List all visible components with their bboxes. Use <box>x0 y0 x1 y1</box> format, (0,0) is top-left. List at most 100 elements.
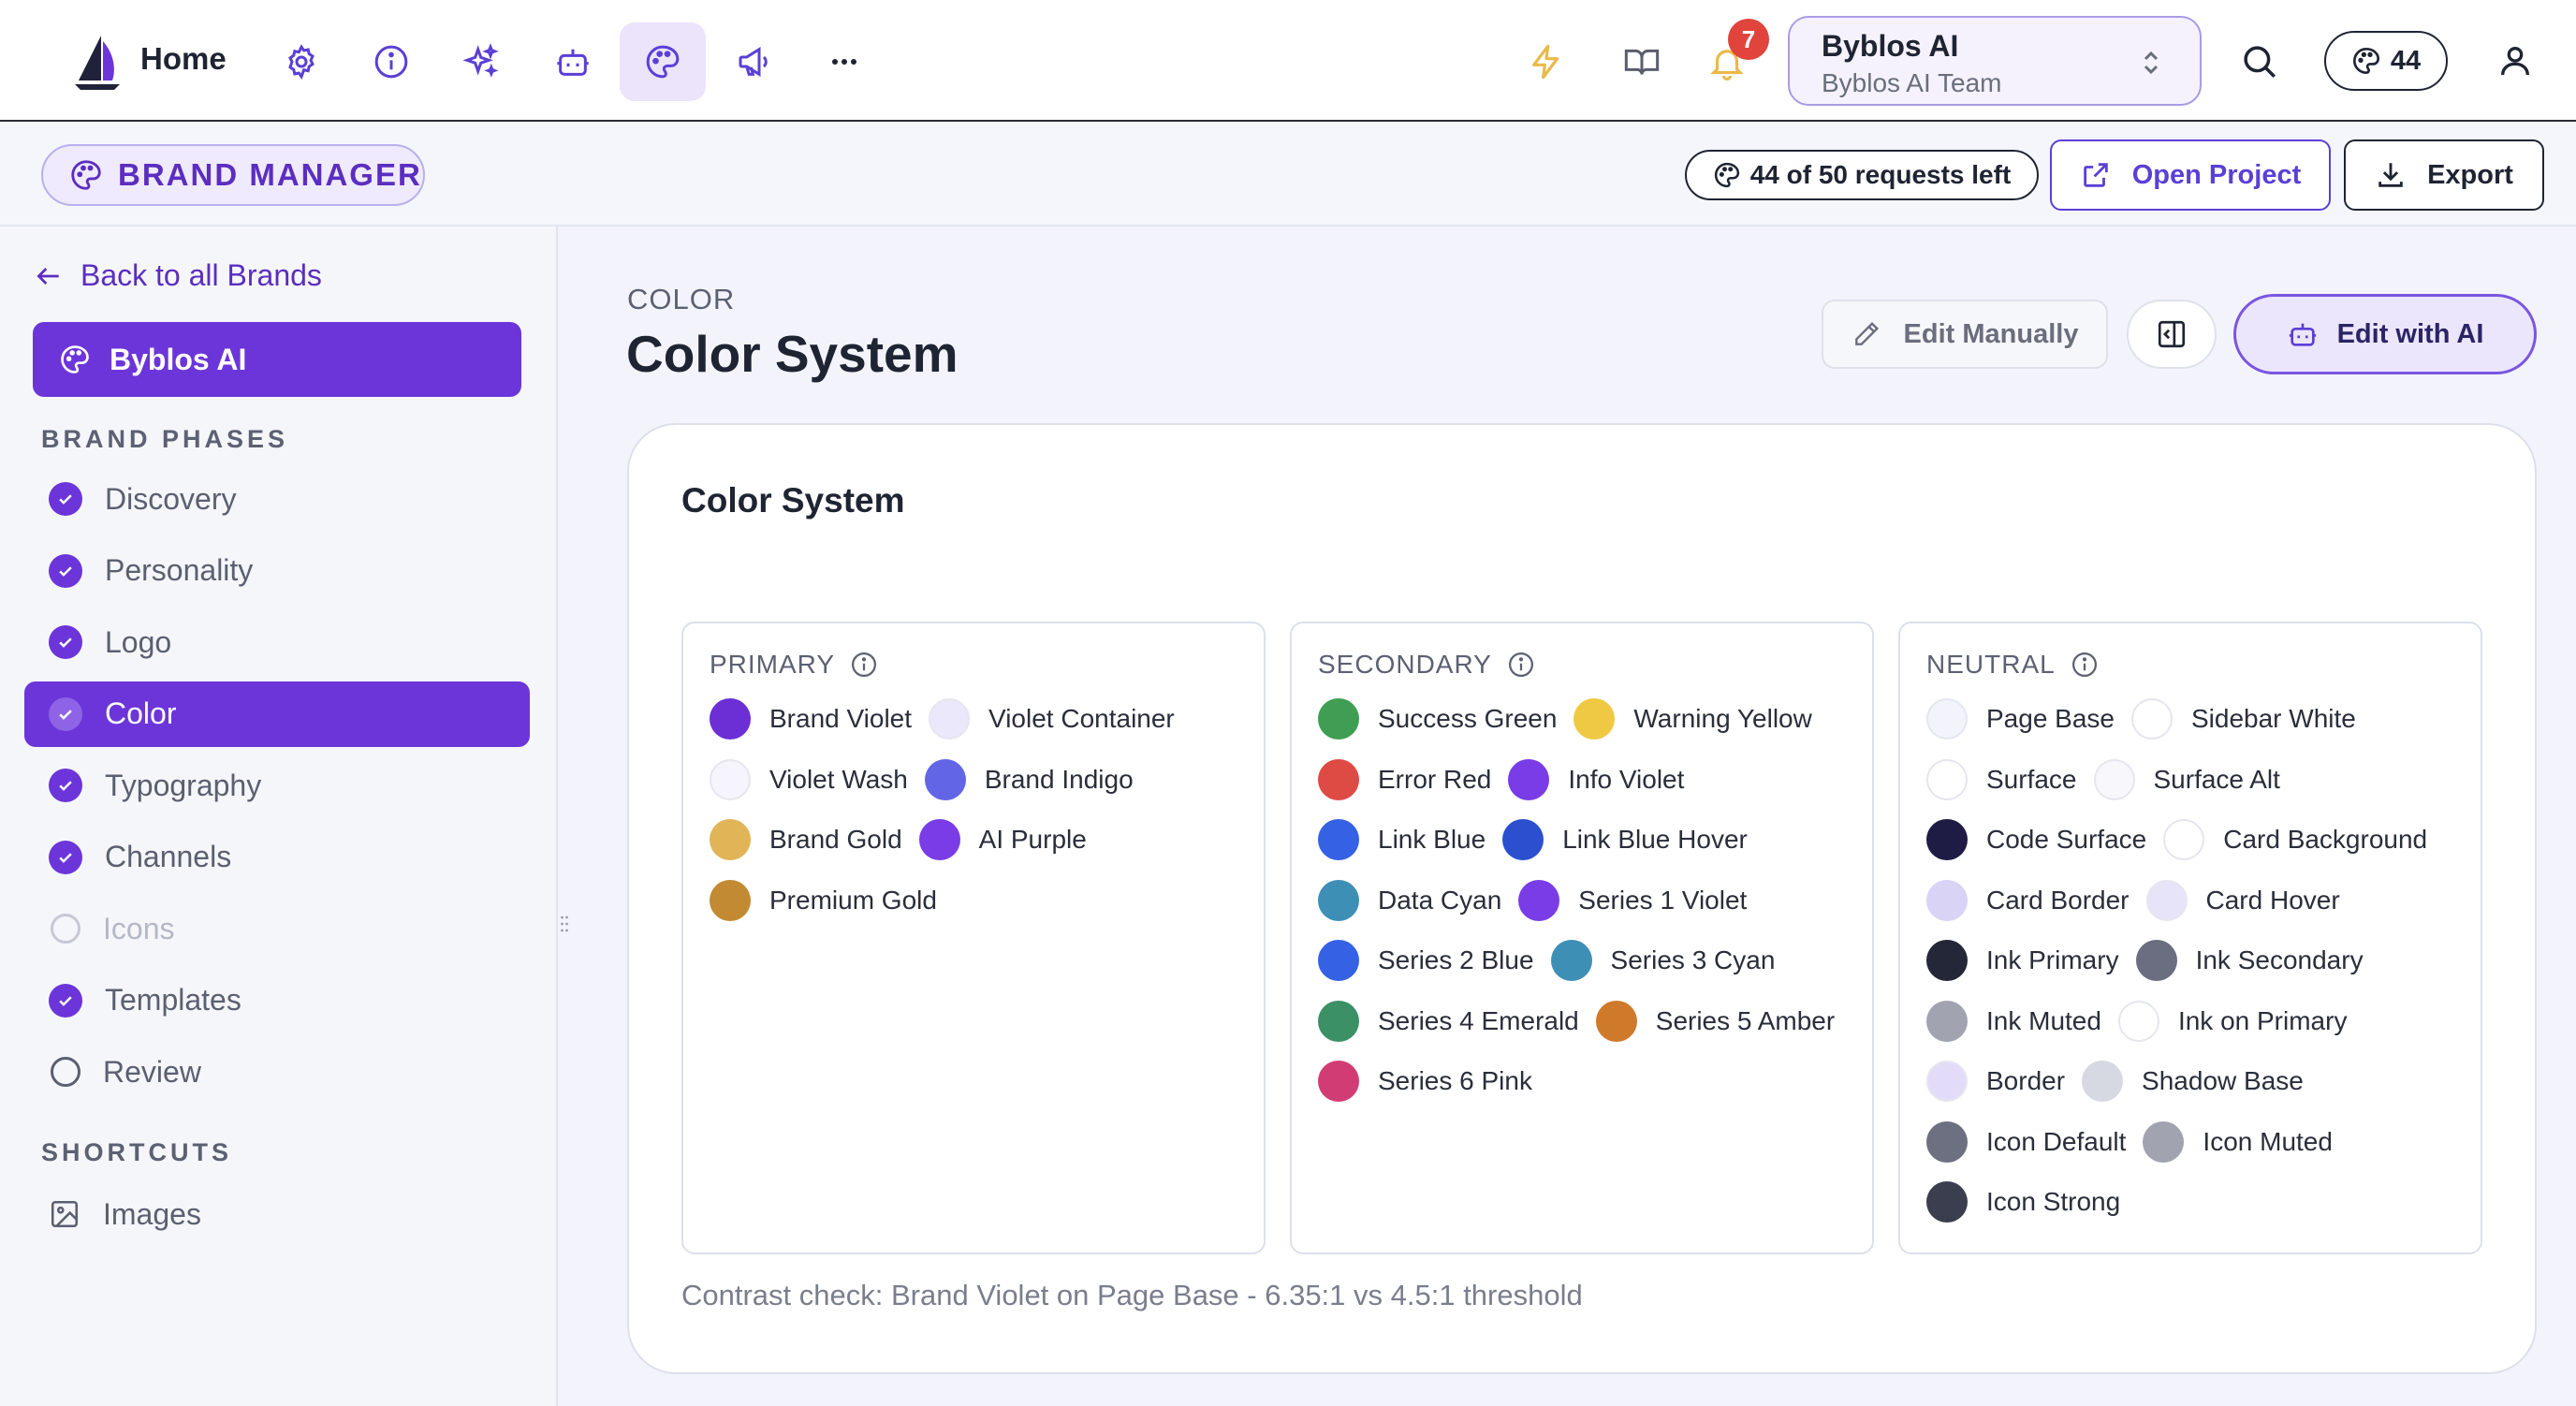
shortcut-images[interactable]: Images <box>24 1181 530 1247</box>
swatch-dot <box>1318 1000 1359 1042</box>
back-to-brands-link[interactable]: Back to all Brands <box>34 258 322 293</box>
color-swatch[interactable]: Info Violet <box>1508 758 1684 800</box>
color-swatch[interactable]: Link Blue <box>1318 819 1486 860</box>
color-swatch[interactable]: Error Red <box>1318 758 1491 800</box>
campaigns-nav-button[interactable] <box>711 22 798 101</box>
color-swatch[interactable]: Card Border <box>1926 879 2130 921</box>
account-button[interactable] <box>2494 37 2537 84</box>
phase-item-color[interactable]: Color <box>24 681 530 747</box>
sparkles-nav-button[interactable] <box>438 22 524 101</box>
swatch-name: Shadow Base <box>2142 1066 2304 1095</box>
color-swatch[interactable]: Card Background <box>2163 819 2427 860</box>
color-swatch[interactable]: Card Hover <box>2145 879 2340 921</box>
team-switcher[interactable]: Byblos AI Byblos AI Team <box>1788 16 2202 106</box>
docs-button[interactable] <box>1621 41 1662 82</box>
color-swatch[interactable]: Series 6 Pink <box>1318 1061 1532 1102</box>
color-swatch[interactable]: Ink Secondary <box>2135 940 2364 981</box>
color-swatch[interactable]: Warning Yellow <box>1573 698 1812 740</box>
color-swatch[interactable]: Series 1 Violet <box>1518 879 1748 921</box>
open-project-button[interactable]: Open Project <box>2050 139 2331 211</box>
color-swatch[interactable]: Brand Violet <box>710 698 912 740</box>
color-swatch[interactable]: Series 5 Amber <box>1595 1000 1835 1042</box>
color-swatch[interactable]: Code Surface <box>1926 819 2146 860</box>
group-header: NEUTRAL <box>1926 650 2099 680</box>
search-icon <box>2244 46 2276 78</box>
phase-item-personality[interactable]: Personality <box>24 538 530 604</box>
phase-item-discovery[interactable]: Discovery <box>24 466 530 532</box>
swatch-dot <box>2143 1120 2185 1163</box>
check-circle-icon <box>49 696 82 731</box>
color-swatch[interactable]: Violet Container <box>929 698 1175 740</box>
check-circle-icon <box>49 983 82 1018</box>
color-swatch[interactable]: Surface <box>1926 758 2077 800</box>
group-info-button[interactable] <box>2071 651 2099 679</box>
color-swatch[interactable]: Link Blue Hover <box>1502 819 1748 860</box>
color-swatch[interactable]: Success Green <box>1318 698 1557 740</box>
color-swatch[interactable]: Surface Alt <box>2093 758 2280 800</box>
color-swatch[interactable]: Series 3 Cyan <box>1550 940 1775 981</box>
info-icon <box>2071 652 2097 677</box>
color-swatch[interactable]: Icon Muted <box>2143 1120 2333 1163</box>
gear-icon <box>288 44 315 81</box>
phase-item-logo[interactable]: Logo <box>24 609 530 675</box>
search-button[interactable] <box>2237 39 2282 84</box>
check-circle-icon <box>49 553 82 588</box>
color-swatch[interactable]: Icon Strong <box>1926 1181 2120 1223</box>
swatch-name: Series 1 Violet <box>1578 885 1748 915</box>
edit-with-ai-button[interactable]: Edit with AI <box>2233 294 2537 374</box>
color-swatch[interactable]: Sidebar White <box>2131 698 2356 740</box>
phase-item-templates[interactable]: Templates <box>24 968 530 1033</box>
color-group-primary: PRIMARY Brand Violet Violet Container Viole… <box>681 622 1266 1254</box>
brand-manager-label: BRAND MANAGER <box>118 157 422 192</box>
brand-palette-nav-button[interactable] <box>620 22 706 101</box>
color-swatch[interactable]: AI Purple <box>918 819 1087 860</box>
open-project-label: Open Project <box>2131 159 2302 190</box>
phase-item-typography[interactable]: Typography <box>24 753 530 818</box>
image-icon <box>51 1200 79 1228</box>
swatch-row: Series 4 Emerald Series 5 Amber <box>1318 1000 1852 1042</box>
phase-label: Templates <box>105 983 242 1017</box>
group-info-button[interactable] <box>1507 651 1535 679</box>
color-swatch[interactable]: Ink Muted <box>1926 1000 2101 1042</box>
color-swatch[interactable]: Brand Gold <box>710 819 902 860</box>
bot-nav-button[interactable] <box>530 22 616 101</box>
color-swatch[interactable]: Premium Gold <box>710 879 937 921</box>
check-icon <box>59 709 72 720</box>
color-swatch[interactable]: Icon Default <box>1926 1120 2126 1163</box>
swatch-row: Surface Surface Alt <box>1926 758 2297 800</box>
color-swatch[interactable]: Series 2 Blue <box>1318 940 1534 981</box>
color-swatch[interactable]: Shadow Base <box>2082 1061 2304 1102</box>
resize-handle-icon[interactable] <box>560 914 569 934</box>
bolt-button[interactable] <box>1526 41 1567 82</box>
phase-item-icons[interactable]: Icons <box>24 896 530 961</box>
color-swatch[interactable]: Ink on Primary <box>2117 1000 2347 1042</box>
settings-nav-button[interactable] <box>258 22 344 101</box>
color-swatch[interactable]: Ink Primary <box>1926 940 2119 981</box>
export-button[interactable]: Export <box>2344 139 2544 211</box>
group-info-button[interactable] <box>850 651 878 679</box>
more-nav-button[interactable] <box>801 22 887 101</box>
phase-item-review[interactable]: Review <box>24 1039 530 1105</box>
toggle-panel-button[interactable] <box>2127 300 2217 369</box>
swatch-name: AI Purple <box>978 825 1087 854</box>
sailboat-logo-icon[interactable] <box>73 34 122 92</box>
phase-label: Personality <box>105 553 254 587</box>
brand-manager-pill[interactable]: BRAND MANAGER <box>41 144 425 206</box>
color-swatch[interactable]: Border <box>1926 1061 2065 1102</box>
color-swatch[interactable]: Brand Indigo <box>924 758 1134 800</box>
edit-manually-button[interactable]: Edit Manually <box>1822 300 2108 369</box>
info-nav-button[interactable] <box>348 22 434 101</box>
check-icon <box>59 781 72 791</box>
swatch-name: Violet Wash <box>769 764 908 794</box>
swatch-name: Premium Gold <box>769 885 937 915</box>
color-swatch[interactable]: Data Cyan <box>1318 879 1501 921</box>
home-link[interactable]: Home <box>140 41 227 77</box>
phase-item-channels[interactable]: Channels <box>24 825 530 890</box>
current-brand-item[interactable]: Byblos AI <box>33 322 521 397</box>
credits-pill[interactable]: 44 <box>2324 31 2448 91</box>
arrow-left-icon <box>37 267 59 285</box>
palette-icon <box>646 45 680 79</box>
color-swatch[interactable]: Violet Wash <box>710 758 908 800</box>
color-swatch[interactable]: Page Base <box>1926 698 2115 740</box>
color-swatch[interactable]: Series 4 Emerald <box>1318 1000 1579 1042</box>
